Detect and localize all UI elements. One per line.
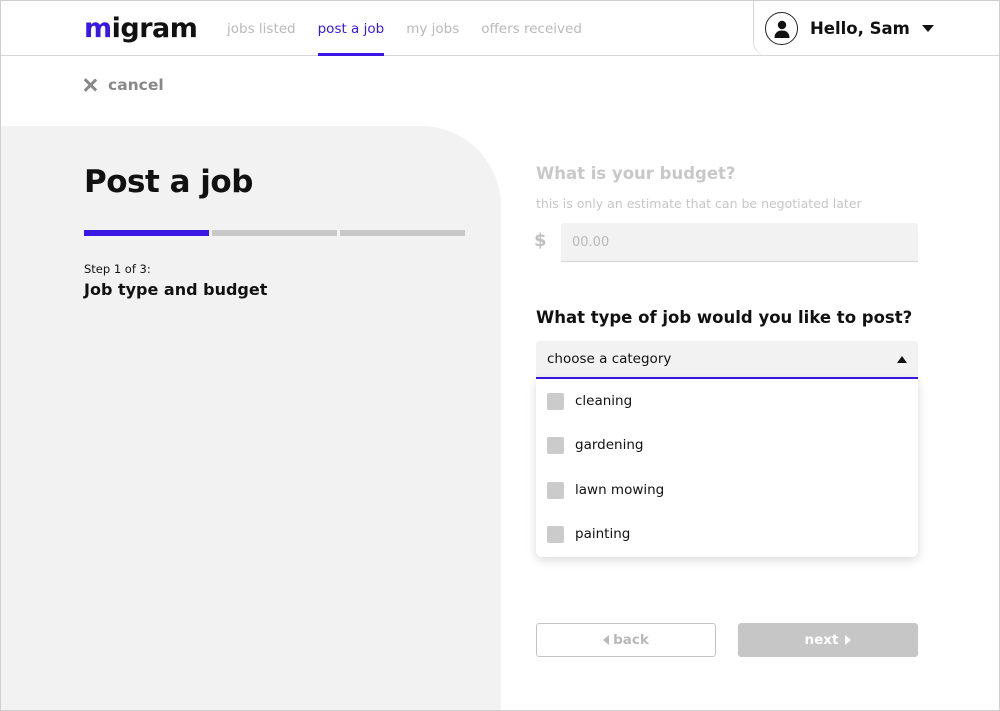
- checkbox[interactable]: [547, 525, 564, 543]
- back-button[interactable]: back: [536, 623, 716, 657]
- caret-up-icon: [897, 356, 907, 363]
- progress-segment-3: [340, 230, 465, 236]
- option-label: gardening: [575, 437, 644, 453]
- category-option-painting[interactable]: painting: [536, 512, 918, 556]
- nav-jobs-listed[interactable]: jobs listed: [227, 1, 296, 56]
- nav-my-jobs[interactable]: my jobs: [406, 1, 459, 56]
- user-greeting: Hello, Sam: [810, 19, 910, 38]
- top-navbar: migram jobs listed post a job my jobs of…: [1, 1, 999, 56]
- category-option-lawn-mowing[interactable]: lawn mowing: [536, 468, 918, 512]
- checkbox[interactable]: [547, 481, 564, 499]
- next-label: next: [804, 632, 839, 648]
- chevron-right-icon: [845, 635, 852, 645]
- step-info-panel: [1, 126, 501, 710]
- budget-hint: this is only an estimate that can be neg…: [536, 196, 862, 211]
- step-progress-bar: [84, 230, 468, 236]
- category-dropdown: cleaning gardening lawn mowing painting: [536, 379, 918, 557]
- user-icon: [765, 12, 798, 45]
- user-menu[interactable]: Hello, Sam: [753, 1, 999, 56]
- step-number: Step 1 of 3:: [84, 262, 151, 276]
- option-label: painting: [575, 526, 631, 542]
- option-label: lawn mowing: [575, 482, 665, 498]
- app-frame: migram jobs listed post a job my jobs of…: [0, 0, 1000, 711]
- category-option-gardening[interactable]: gardening: [536, 423, 918, 467]
- checkbox[interactable]: [547, 436, 564, 454]
- checkbox[interactable]: [547, 392, 564, 410]
- nav-post-a-job[interactable]: post a job: [317, 1, 384, 56]
- option-label: cleaning: [575, 393, 633, 409]
- next-button[interactable]: next: [738, 623, 918, 657]
- progress-segment-1: [84, 230, 209, 236]
- category-select-value: choose a category: [547, 351, 672, 367]
- step-title: Job type and budget: [84, 280, 268, 299]
- main-nav: jobs listed post a job my jobs offers re…: [227, 1, 604, 56]
- category-option-cleaning[interactable]: cleaning: [536, 379, 918, 423]
- back-label: back: [613, 632, 649, 648]
- job-type-question: What type of job would you like to post?: [536, 308, 913, 327]
- dollar-icon: $: [534, 230, 547, 251]
- budget-question: What is your budget?: [536, 164, 736, 183]
- page-title: Post a job: [84, 164, 253, 200]
- cancel-label: cancel: [108, 76, 164, 94]
- cancel-button[interactable]: cancel: [83, 73, 164, 97]
- nav-offers-received[interactable]: offers received: [481, 1, 582, 56]
- logo-text: migram: [84, 12, 198, 44]
- budget-input[interactable]: [561, 223, 918, 262]
- progress-segment-2: [212, 230, 337, 236]
- category-select[interactable]: choose a category: [536, 341, 918, 379]
- chevron-left-icon: [603, 635, 610, 645]
- close-icon: [83, 78, 97, 92]
- migram-logo[interactable]: migram: [84, 11, 198, 45]
- caret-down-icon: [921, 25, 934, 32]
